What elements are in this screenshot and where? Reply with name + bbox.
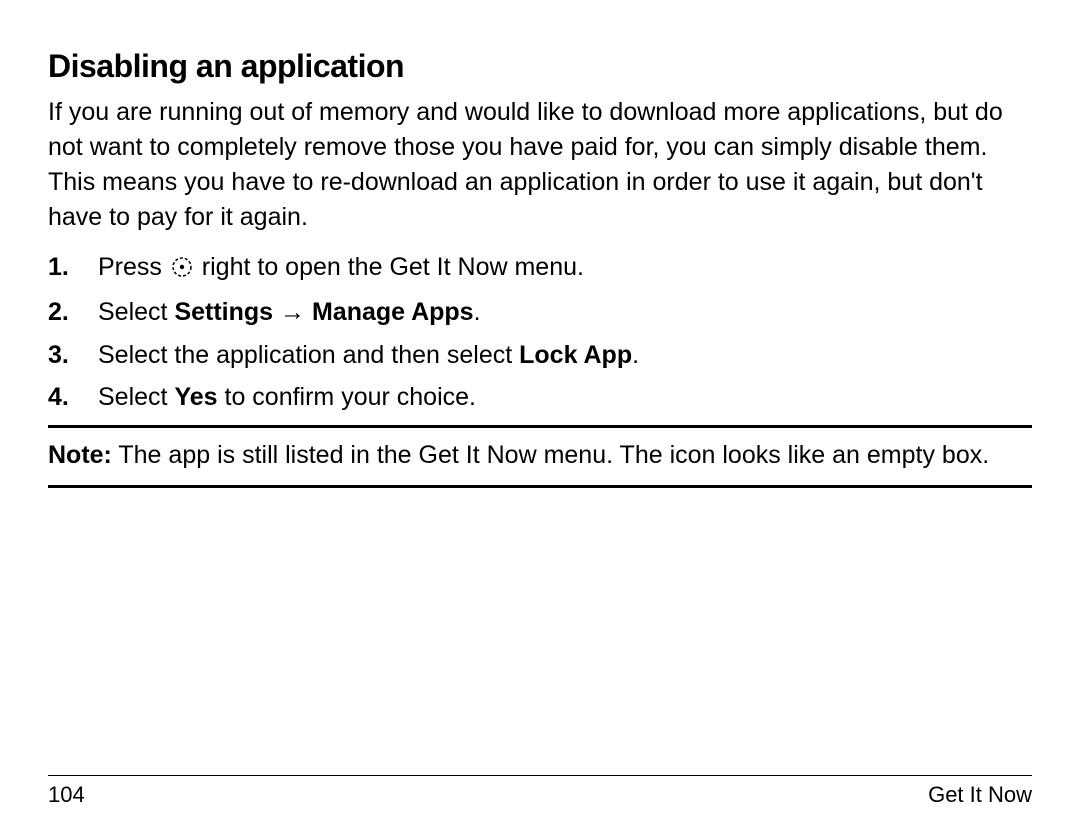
arrow-icon: → [273,298,312,326]
step-1-post: right to open the Get It Now menu. [195,253,584,281]
step-2: Select Settings → Manage Apps. [48,294,1032,330]
step-2-pre: Select [98,298,174,326]
note-block: Note: The app is still listed in the Get… [48,425,1032,488]
step-4: Select Yes to confirm your choice. [48,379,1032,415]
intro-paragraph: If you are running out of memory and wou… [48,95,1032,235]
step-4-pre: Select [98,383,174,411]
nav-key-icon [171,252,193,288]
note-body: Note: The app is still listed in the Get… [48,438,1032,473]
step-1-pre: Press [98,253,169,281]
step-3: Select the application and then select L… [48,337,1032,373]
instruction-list: Press right to open the Get It Now menu.… [48,249,1032,415]
page-footer: 104 Get It Now [48,775,1032,808]
page-number: 104 [48,782,85,808]
section-name: Get It Now [928,782,1032,808]
step-4-post: to confirm your choice. [218,383,476,411]
step-3-post: . [632,341,639,369]
step-3-pre: Select the application and then select [98,341,519,369]
section-heading: Disabling an application [48,48,1032,85]
step-2-post: . [474,298,481,326]
note-label: Note: [48,441,112,469]
note-text: The app is still listed in the Get It No… [112,441,989,469]
step-2-settings: Settings [174,298,273,326]
step-2-manage-apps: Manage Apps [312,298,474,326]
step-3-lock-app: Lock App [519,341,632,369]
step-4-yes: Yes [174,383,217,411]
step-1: Press right to open the Get It Now menu. [48,249,1032,288]
